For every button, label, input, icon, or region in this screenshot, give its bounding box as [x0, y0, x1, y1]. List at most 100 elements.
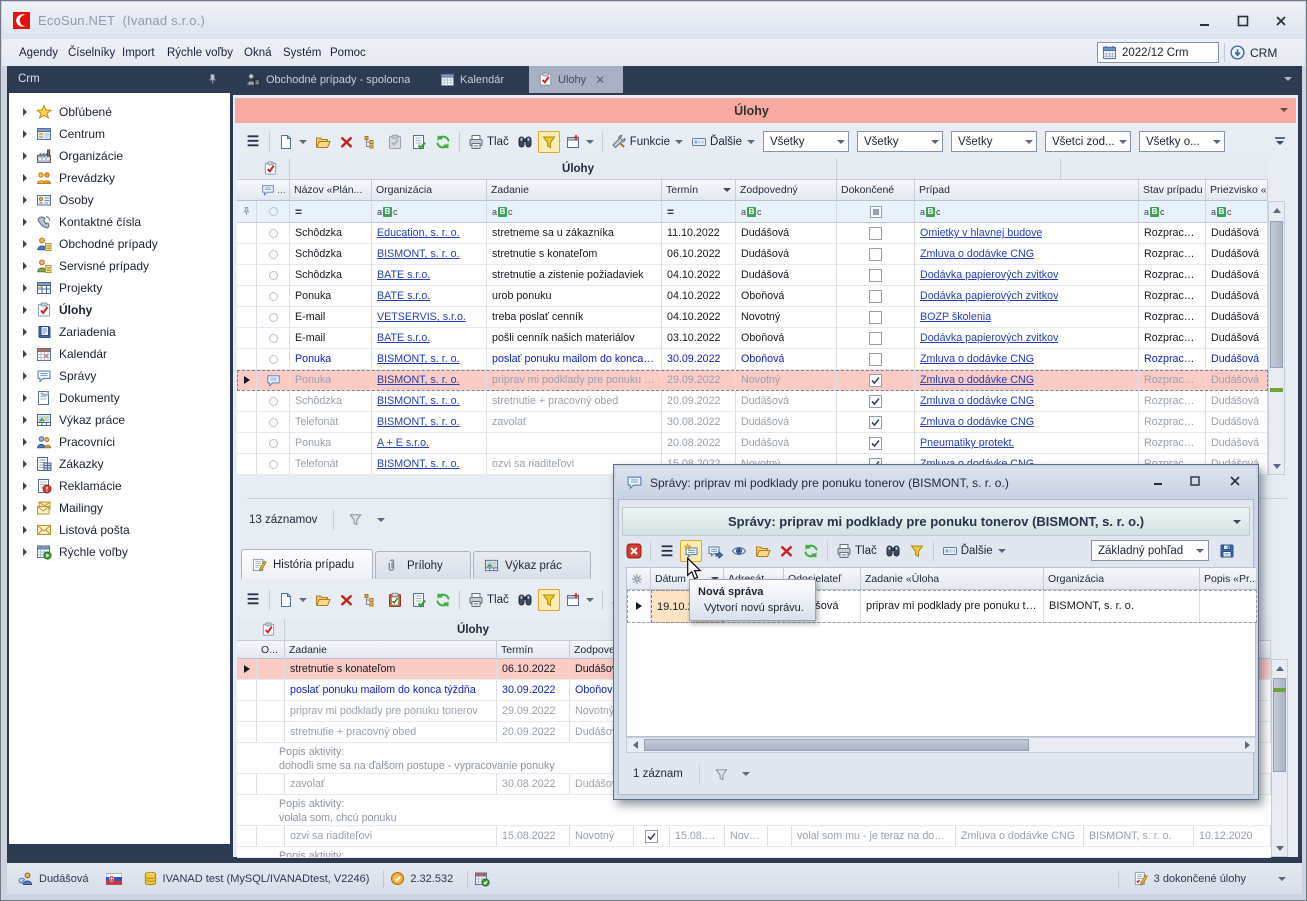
- tree-view-button[interactable]: [360, 131, 382, 153]
- sidebar-item-spr-vy[interactable]: Správy: [9, 365, 230, 387]
- cell-pripad[interactable]: Zmluva o dodávke CNG: [915, 412, 1139, 433]
- column-header-termin[interactable]: Termín: [662, 180, 736, 201]
- task-row[interactable]: PonukaBISMONT, s. r. o.poslať ponuku mai…: [237, 349, 1268, 370]
- task-row[interactable]: PonukaBISMONT, s. r. o.priprav mi podkla…: [237, 370, 1268, 391]
- print-button[interactable]: Tlač: [465, 589, 512, 611]
- filter-combo-1[interactable]: Všetky: [763, 131, 849, 152]
- filter-combo-2[interactable]: Všetky: [857, 131, 943, 152]
- clipboard-button[interactable]: [384, 589, 406, 611]
- task-row[interactable]: TelefonátBISMONT, s. r. o.zavolať30.08.2…: [237, 412, 1268, 433]
- menu-r-chle-vo-by[interactable]: Rýchle voľby: [165, 39, 235, 66]
- column-header-priezvisko[interactable]: Priezvisko «...: [1206, 180, 1268, 201]
- menu-import[interactable]: Import: [120, 39, 157, 66]
- cell-dokoncene[interactable]: [837, 370, 915, 391]
- expand-arrow-icon[interactable]: [23, 460, 27, 468]
- dialog-minimize-button[interactable]: [1147, 472, 1171, 490]
- column-header-icon[interactable]: ...: [257, 180, 290, 201]
- cell-dokoncene[interactable]: [837, 328, 915, 349]
- cell-pripad[interactable]: Zmluva o dodávke CNG: [915, 244, 1139, 265]
- tabstrip-dropdown-icon[interactable]: [1284, 77, 1292, 81]
- cell-pripad[interactable]: Dodávka papierových zvitkov: [915, 265, 1139, 286]
- cell-dokoncene[interactable]: [837, 265, 915, 286]
- sidebar-item-prev-dzky[interactable]: Prevádzky: [9, 167, 230, 189]
- status-calendar[interactable]: [474, 871, 490, 887]
- sidebar-item--lohy[interactable]: Úlohy: [9, 299, 230, 321]
- cell-pripad[interactable]: Zmluva o dodávke CNG: [915, 370, 1139, 391]
- dialog-header-dropdown-icon[interactable]: [1233, 520, 1241, 524]
- sidebar-item-dokumenty[interactable]: Dokumenty: [9, 387, 230, 409]
- new-record-button[interactable]: [275, 131, 310, 153]
- filter-funnel-icon[interactable]: [348, 512, 363, 527]
- status-dropdown-icon[interactable]: [1278, 877, 1286, 881]
- expand-arrow-icon[interactable]: [23, 262, 27, 270]
- tab--lohy[interactable]: Úlohy✕: [529, 66, 623, 93]
- column-header-nazov[interactable]: Názov «Plán...: [290, 180, 372, 201]
- column-header-org[interactable]: Organizácia: [372, 180, 487, 201]
- task-row[interactable]: PonukaBATE s.r.o.urob ponuku04.10.2022Ob…: [237, 286, 1268, 307]
- cell-org[interactable]: BATE s.r.o.: [372, 328, 487, 349]
- column-header-zadanie[interactable]: Zadanie: [487, 180, 662, 201]
- menu-okn-[interactable]: Okná: [242, 39, 274, 66]
- cell-pripad[interactable]: Zmluva o dodávke CNG: [915, 391, 1139, 412]
- expand-arrow-icon[interactable]: [23, 130, 27, 138]
- column-header-popis-pr-[interactable]: Popis «Pr...: [1200, 568, 1257, 590]
- history-grid-vscrollbar[interactable]: [1271, 659, 1288, 857]
- scroll-up-button[interactable]: [1272, 660, 1287, 676]
- window-close-button[interactable]: [1266, 11, 1296, 31]
- sidebar-item-projekty[interactable]: Projekty: [9, 277, 230, 299]
- cell-org[interactable]: BISMONT, s. r. o.: [372, 244, 487, 265]
- expand-arrow-icon[interactable]: [23, 328, 27, 336]
- dialog-maximize-button[interactable]: [1183, 472, 1207, 490]
- cell-org[interactable]: A + E s.r.o.: [372, 433, 487, 454]
- sidebar-item-organiz-cie[interactable]: Organizácie: [9, 145, 230, 167]
- detail-tab-hist-ria-pr-padu[interactable]: História prípadu: [241, 549, 373, 579]
- cell-org[interactable]: Education, s. r. o.: [372, 223, 487, 244]
- open-record-button[interactable]: [312, 131, 334, 153]
- more-button[interactable]: Ďalšie: [939, 540, 1009, 562]
- task-row[interactable]: SchôdzkaBATE s.r.o.stretnutie a zistenie…: [237, 265, 1268, 286]
- toolbar-menu-icon[interactable]: ☰: [242, 589, 264, 611]
- history-row[interactable]: ozvi sa riaditeľovi15.08.2022Novotný15.0…: [237, 826, 1271, 847]
- sidebar-item-z-kazky[interactable]: Zákazky: [9, 453, 230, 475]
- filter-cell-zadanie[interactable]: aBc: [487, 201, 662, 223]
- column-header-zodpovedny[interactable]: Zodpovedný: [736, 180, 837, 201]
- expand-arrow-icon[interactable]: [23, 174, 27, 182]
- new-form-button[interactable]: [562, 589, 597, 611]
- menu--seln-ky[interactable]: Číselníky: [66, 39, 117, 66]
- task-row[interactable]: PonukaA + E s.r.o.20.08.2022DudášováPneu…: [237, 433, 1268, 454]
- forward-message-button[interactable]: [704, 540, 726, 562]
- filter-cell-pripad[interactable]: aBc: [915, 201, 1139, 223]
- task-row[interactable]: SchôdzkaEducation, s. r. o.stretneme sa …: [237, 223, 1268, 244]
- column-header-pripad[interactable]: Prípad: [915, 180, 1139, 201]
- filter-cell-dokoncene[interactable]: [837, 201, 915, 223]
- sidebar-item-obchodn-pr-pady[interactable]: Obchodné prípady: [9, 233, 230, 255]
- sidebar-item-kalend-r[interactable]: Kalendár: [9, 343, 230, 365]
- expand-arrow-icon[interactable]: [23, 394, 27, 402]
- sidebar-item-pracovn-ci[interactable]: Pracovníci: [9, 431, 230, 453]
- cell-pripad[interactable]: BOZP školenia: [915, 307, 1139, 328]
- expand-arrow-icon[interactable]: [23, 284, 27, 292]
- column-header-stav[interactable]: Stav prípadu: [1139, 180, 1206, 201]
- view-selector[interactable]: Základný pohľad: [1091, 540, 1209, 561]
- dialog-filter-funnel-icon[interactable]: [714, 767, 729, 782]
- sidebar-item-mailingy[interactable]: Mailingy: [9, 497, 230, 519]
- sidebar-item-reklam-cie[interactable]: Reklamácie: [9, 475, 230, 497]
- detail-tab-pr-lohy[interactable]: Prílohy: [375, 551, 471, 579]
- tab-close-icon[interactable]: ✕: [595, 73, 605, 87]
- cell-org[interactable]: BATE s.r.o.: [372, 286, 487, 307]
- status-completed-tasks[interactable]: 3 dokončené úlohy: [1118, 870, 1286, 888]
- toolbar-menu-icon[interactable]: ☰: [656, 540, 678, 562]
- expand-arrow-icon[interactable]: [23, 482, 27, 490]
- expand-arrow-icon[interactable]: [23, 196, 27, 204]
- period-selector[interactable]: 2022/12 Crm: [1097, 42, 1219, 63]
- sidebar-item-zariadenia[interactable]: Zariadenia: [9, 321, 230, 343]
- cell-dokoncene[interactable]: [837, 244, 915, 265]
- delete-record-button[interactable]: [336, 589, 358, 611]
- scroll-thumb[interactable]: [1273, 678, 1286, 772]
- functions-button[interactable]: Funkcie: [608, 131, 686, 153]
- sidebar-item-listov-po-ta[interactable]: Listová pošta: [9, 519, 230, 541]
- print-button[interactable]: Tlač: [465, 131, 512, 153]
- filter-dropdown-icon[interactable]: [377, 518, 385, 522]
- column-header-O...[interactable]: O...: [257, 641, 285, 659]
- filter-cell-org[interactable]: aBc: [372, 201, 487, 223]
